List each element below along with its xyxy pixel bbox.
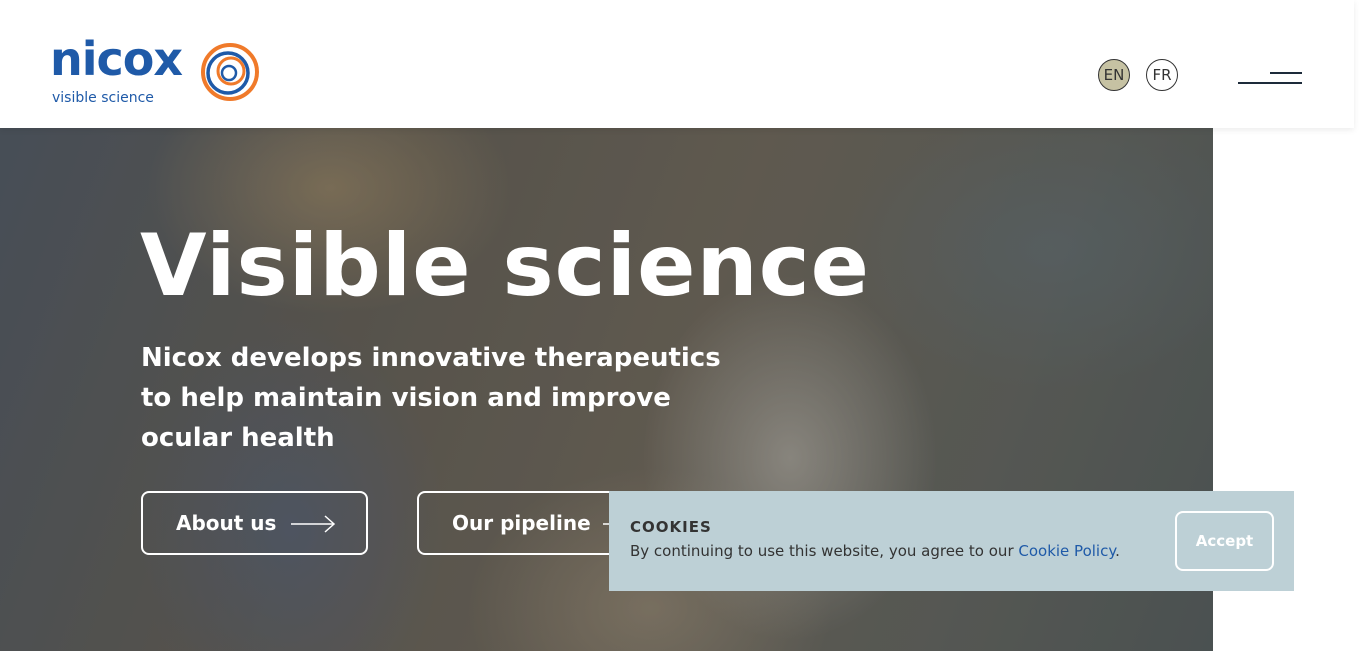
hero-title: Visible science: [140, 216, 871, 316]
logo-wordmark: nicox: [50, 32, 183, 86]
hero-subtitle: Nicox develops innovative therapeutics t…: [141, 343, 721, 453]
cookie-message-end: .: [1115, 542, 1120, 560]
about-us-label: About us: [176, 511, 277, 535]
hamburger-menu-button[interactable]: [1236, 66, 1304, 90]
our-pipeline-label: Our pipeline: [452, 511, 591, 535]
cookie-title: COOKIES: [630, 518, 712, 536]
cookie-message: By continuing to use this website, you a…: [630, 542, 1120, 560]
cookie-policy-link[interactable]: Cookie Policy: [1018, 542, 1115, 560]
about-us-button[interactable]: About us: [141, 491, 368, 555]
cookie-message-text: By continuing to use this website, you a…: [630, 542, 1019, 560]
site-header: nicox visible science EN FR: [0, 0, 1354, 128]
menu-icon-line-top: [1270, 72, 1302, 74]
logo-rings-icon: [201, 43, 259, 101]
nicox-logo[interactable]: nicox visible science: [50, 32, 265, 112]
cookie-banner: COOKIES By continuing to use this websit…: [609, 491, 1294, 591]
logo-tagline: visible science: [52, 90, 154, 106]
cookie-accept-button[interactable]: Accept: [1175, 511, 1274, 571]
arrow-right-icon: [291, 515, 336, 533]
language-en-button[interactable]: EN: [1098, 59, 1130, 91]
menu-icon-line-bottom: [1238, 82, 1302, 84]
language-fr-button[interactable]: FR: [1146, 59, 1178, 91]
